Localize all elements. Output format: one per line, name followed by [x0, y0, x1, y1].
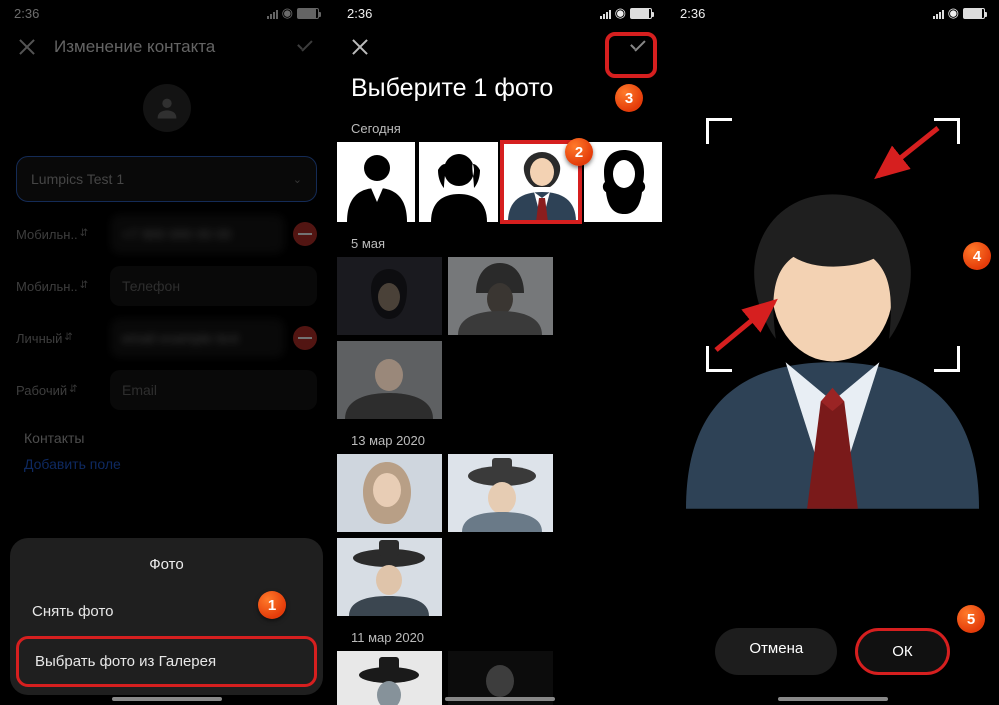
wifi-icon: ◉: [948, 5, 959, 21]
today-row: [333, 142, 666, 232]
photo-thumb[interactable]: [337, 538, 442, 616]
chevron-down-icon: ⌄: [293, 173, 302, 186]
phone-row-1: Мобильн..⇵ +7 900 000 00 00: [16, 214, 317, 254]
contacts-section-label: Контакты: [0, 422, 333, 452]
wifi-icon: ◉: [615, 5, 626, 21]
photo-thumb[interactable]: [448, 454, 553, 532]
signal-icon: [267, 7, 278, 19]
wifi-icon: ◉: [282, 5, 293, 21]
photo-thumb[interactable]: [337, 257, 442, 335]
confirm-icon[interactable]: [293, 36, 315, 58]
close-icon[interactable]: [18, 38, 36, 56]
step-badge-4: 4: [963, 242, 991, 270]
status-indicators: ◉: [600, 5, 652, 21]
email-row-1: Личный⇵ email example text: [16, 318, 317, 358]
status-time: 2:36: [680, 6, 705, 21]
photo-thumb[interactable]: [337, 142, 415, 222]
section-today: Сегодня: [333, 117, 666, 142]
remove-email-1-button[interactable]: [293, 326, 317, 350]
battery-icon: [630, 8, 652, 19]
battery-icon: [963, 8, 985, 19]
photo-thumb[interactable]: [584, 142, 662, 222]
mobile-label[interactable]: Мобильн..⇵: [16, 227, 102, 242]
status-time: 2:36: [347, 6, 372, 21]
email-value-1[interactable]: email example text: [110, 318, 285, 358]
email-placeholder[interactable]: Email: [110, 370, 317, 410]
home-indicator[interactable]: [778, 697, 888, 701]
annotation-arrow-icon: [856, 120, 946, 190]
step-badge-5: 5: [957, 605, 985, 633]
battery-icon: [297, 8, 319, 19]
photo-thumb[interactable]: [337, 454, 442, 532]
phone-row-2: Мобильн..⇵ Телефон: [16, 266, 317, 306]
edit-contact-header: Изменение контакта: [0, 26, 333, 66]
mobile-label-2[interactable]: Мобильн..⇵: [16, 279, 102, 294]
status-indicators: ◉: [267, 5, 319, 21]
avatar-placeholder[interactable]: [143, 84, 191, 132]
status-indicators: ◉: [933, 5, 985, 21]
signal-icon: [600, 7, 611, 19]
ok-button[interactable]: ОК: [855, 628, 949, 675]
close-icon[interactable]: [351, 38, 369, 56]
section-mar11: 11 мар 2020: [333, 626, 666, 651]
cancel-button[interactable]: Отмена: [715, 628, 837, 675]
name-field[interactable]: Lumpics Test 1 ⌄: [16, 156, 317, 202]
annotation-arrow-icon: [706, 290, 796, 360]
phone-placeholder[interactable]: Телефон: [110, 266, 317, 306]
add-field-link[interactable]: Добавить поле: [0, 452, 333, 476]
may5-row: [333, 257, 666, 429]
page-title: Изменение контакта: [54, 37, 215, 57]
crop-buttons: Отмена ОК: [666, 628, 999, 675]
remove-phone-1-button[interactable]: [293, 222, 317, 246]
photo-thumb[interactable]: [419, 142, 497, 222]
step-badge-2: 2: [565, 138, 593, 166]
home-indicator[interactable]: [445, 697, 555, 701]
work-label[interactable]: Рабочий⇵: [16, 383, 102, 398]
phone-value-1[interactable]: +7 900 000 00 00: [110, 214, 285, 254]
step-badge-1: 1: [258, 591, 286, 619]
status-bar: 2:36 ◉: [0, 0, 333, 26]
personal-label[interactable]: Личный⇵: [16, 331, 102, 346]
mar13-row: [333, 454, 666, 626]
signal-icon: [933, 7, 944, 19]
step-badge-3: 3: [615, 84, 643, 112]
sheet-title: Фото: [10, 556, 323, 573]
status-bar: 2:36 ◉: [333, 0, 666, 26]
section-mar13: 13 мар 2020: [333, 429, 666, 454]
photo-thumb[interactable]: [337, 341, 442, 419]
email-row-2: Рабочий⇵ Email: [16, 370, 317, 410]
photo-thumb[interactable]: [448, 257, 553, 335]
status-time: 2:36: [14, 6, 39, 21]
name-value: Lumpics Test 1: [31, 171, 124, 187]
status-bar: 2:36 ◉: [666, 0, 999, 26]
photo-thumb[interactable]: [337, 651, 442, 705]
home-indicator[interactable]: [112, 697, 222, 701]
highlight-frame-confirm: [605, 32, 657, 78]
section-may5: 5 мая: [333, 232, 666, 257]
choose-from-gallery-option[interactable]: Выбрать фото из Галерея: [16, 636, 317, 687]
